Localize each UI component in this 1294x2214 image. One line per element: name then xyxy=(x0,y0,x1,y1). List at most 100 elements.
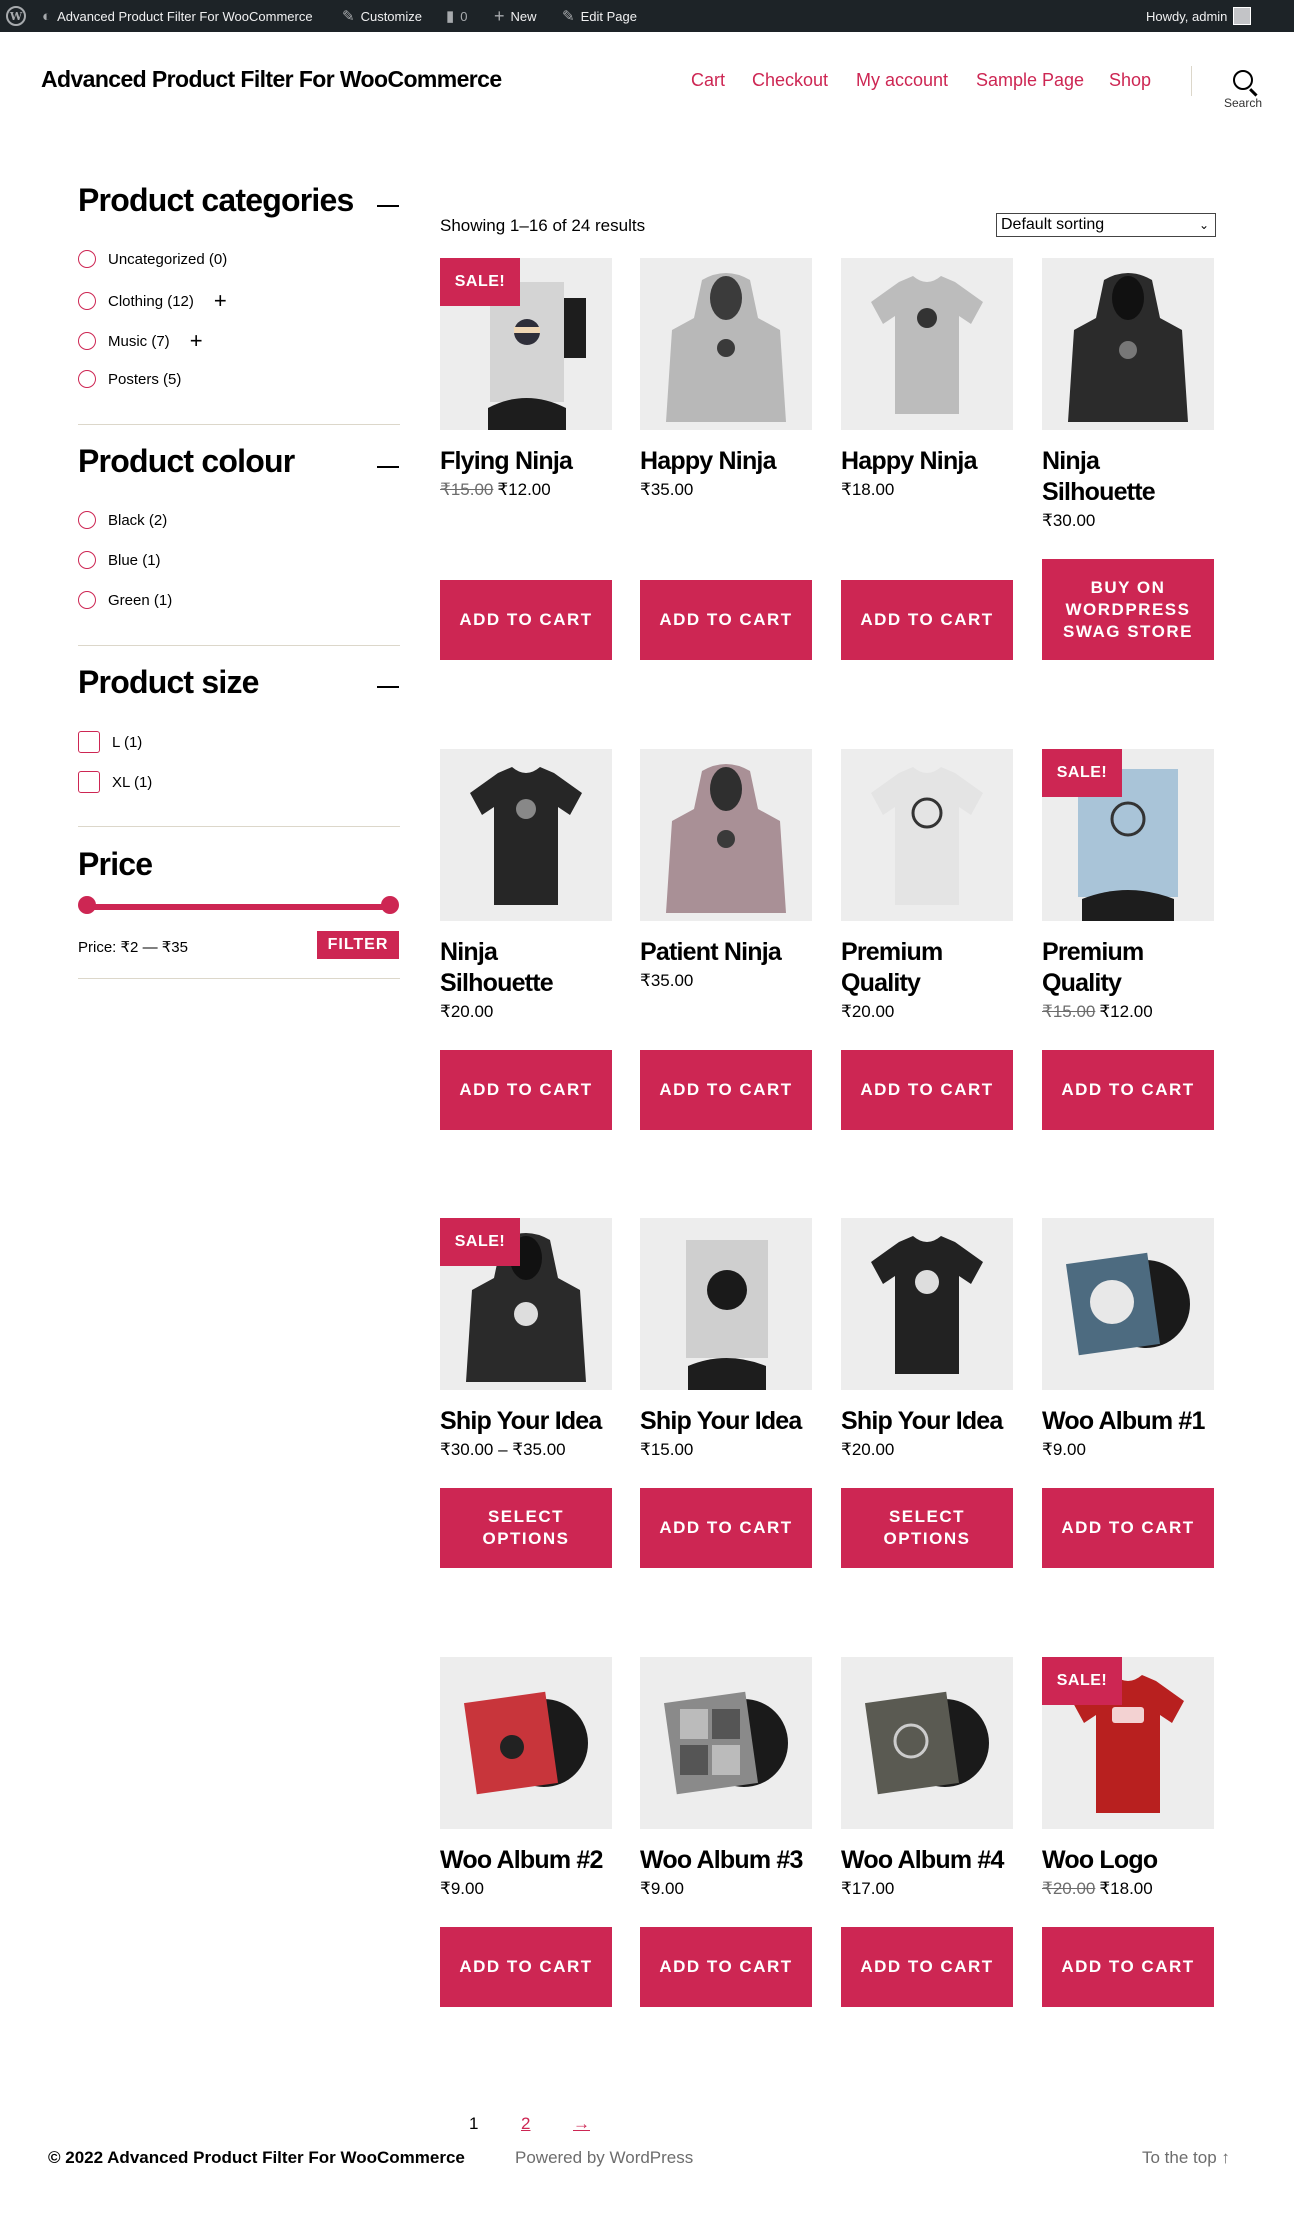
filter-button[interactable]: FILTER xyxy=(317,931,399,959)
add-to-cart-button[interactable]: ADD TO CART xyxy=(440,580,612,660)
product-image[interactable] xyxy=(1042,1218,1214,1390)
product-card: Patient Ninja ₹35.00 ADD TO CART xyxy=(640,749,812,1130)
price-slider-track[interactable] xyxy=(86,904,390,910)
category-posters[interactable]: Posters (5) xyxy=(78,370,181,388)
add-to-cart-button[interactable]: ADD TO CART xyxy=(640,1050,812,1130)
product-image[interactable]: SALE! xyxy=(1042,749,1214,921)
product-title[interactable]: Woo Album #1 xyxy=(1042,1406,1214,1437)
category-clothing[interactable]: Clothing (12) + xyxy=(78,290,227,312)
collapse-size-icon[interactable] xyxy=(377,686,399,688)
nav-cart[interactable]: Cart xyxy=(691,70,725,91)
radio-icon[interactable] xyxy=(78,591,96,609)
price-slider-min-handle[interactable] xyxy=(78,896,96,914)
radio-icon[interactable] xyxy=(78,250,96,268)
product-price: ₹15.00 ₹12.00 xyxy=(1042,1002,1153,1021)
colour-blue[interactable]: Blue (1) xyxy=(78,551,161,569)
comments-count: 0 xyxy=(460,8,468,24)
admin-bar-site-link[interactable]: ◐ Advanced Product Filter For WooCommerc… xyxy=(42,0,313,32)
add-to-cart-button[interactable]: ADD TO CART xyxy=(1042,1050,1214,1130)
size-l[interactable]: L (1) xyxy=(78,731,142,753)
product-title[interactable]: Woo Album #2 xyxy=(440,1845,612,1876)
product-image[interactable] xyxy=(440,1657,612,1829)
site-title[interactable]: Advanced Product Filter For WooCommerce xyxy=(41,66,502,93)
radio-icon[interactable] xyxy=(78,332,96,350)
product-image[interactable] xyxy=(640,1657,812,1829)
colour-black[interactable]: Black (2) xyxy=(78,511,167,529)
admin-bar-account[interactable]: Howdy, admin xyxy=(1146,0,1252,32)
add-to-cart-button[interactable]: ADD TO CART xyxy=(841,1050,1013,1130)
product-image[interactable]: SALE! xyxy=(1042,1657,1214,1829)
pagination-page-2[interactable]: 2 xyxy=(521,2114,530,2134)
colour-green[interactable]: Green (1) xyxy=(78,591,172,609)
radio-icon[interactable] xyxy=(78,511,96,529)
product-card: Ninja Silhouette ₹30.00 BUY ON WORDPRESS… xyxy=(1042,258,1214,660)
product-title[interactable]: Ship Your Idea xyxy=(440,1406,612,1437)
add-to-cart-button[interactable]: ADD TO CART xyxy=(1042,1927,1214,2007)
product-title[interactable]: Flying Ninja xyxy=(440,446,612,477)
product-title[interactable]: Patient Ninja xyxy=(640,937,812,968)
admin-bar-new[interactable]: + New xyxy=(494,0,537,32)
footer-powered-by[interactable]: Powered by WordPress xyxy=(515,2148,693,2168)
collapse-categories-icon[interactable] xyxy=(377,205,399,207)
product-title[interactable]: Woo Album #4 xyxy=(841,1845,1013,1876)
radio-icon[interactable] xyxy=(78,370,96,388)
product-title[interactable]: Happy Ninja xyxy=(640,446,812,477)
checkbox-icon[interactable] xyxy=(78,731,100,753)
expand-plus-icon[interactable]: + xyxy=(214,290,227,312)
product-image[interactable] xyxy=(841,1218,1013,1390)
wordpress-logo-icon[interactable]: W xyxy=(6,0,26,32)
collapse-colour-icon[interactable] xyxy=(377,466,399,468)
radio-icon[interactable] xyxy=(78,551,96,569)
product-image[interactable] xyxy=(640,1218,812,1390)
product-image[interactable]: SALE! xyxy=(440,258,612,430)
product-card: Woo Album #2 ₹9.00 ADD TO CART xyxy=(440,1657,612,2007)
add-to-cart-button[interactable]: ADD TO CART xyxy=(640,1488,812,1568)
category-music[interactable]: Music (7) + xyxy=(78,330,203,352)
product-title[interactable]: Premium Quality xyxy=(841,937,1013,999)
checkbox-icon[interactable] xyxy=(78,771,100,793)
product-title[interactable]: Happy Ninja xyxy=(841,446,1013,477)
product-image[interactable] xyxy=(841,749,1013,921)
price-slider-max-handle[interactable] xyxy=(381,896,399,914)
product-title[interactable]: Ship Your Idea xyxy=(841,1406,1013,1437)
footer-copyright[interactable]: © 2022 Advanced Product Filter For WooCo… xyxy=(48,2148,465,2168)
add-to-cart-button[interactable]: ADD TO CART xyxy=(640,580,812,660)
admin-bar-comments[interactable]: ▮ 0 xyxy=(446,0,468,32)
radio-icon[interactable] xyxy=(78,292,96,310)
product-title[interactable]: Ship Your Idea xyxy=(640,1406,812,1437)
product-image[interactable]: SALE! xyxy=(440,1218,612,1390)
product-title[interactable]: Woo Album #3 xyxy=(640,1845,812,1876)
size-xl[interactable]: XL (1) xyxy=(78,771,152,793)
add-to-cart-button[interactable]: ADD TO CART xyxy=(440,1927,612,2007)
nav-my-account[interactable]: My account xyxy=(856,70,948,91)
expand-plus-icon[interactable]: + xyxy=(190,330,203,352)
product-image[interactable] xyxy=(640,258,812,430)
product-image[interactable] xyxy=(640,749,812,921)
product-image[interactable] xyxy=(440,749,612,921)
add-to-cart-button[interactable]: ADD TO CART xyxy=(440,1050,612,1130)
select-options-button[interactable]: SELECT OPTIONS xyxy=(841,1488,1013,1568)
admin-bar-edit-page[interactable]: ✎ Edit Page xyxy=(562,0,637,32)
select-options-button[interactable]: SELECT OPTIONS xyxy=(440,1488,612,1568)
product-title[interactable]: Ninja Silhouette xyxy=(1042,446,1214,508)
product-image[interactable] xyxy=(1042,258,1214,430)
product-title[interactable]: Woo Logo xyxy=(1042,1845,1214,1876)
search-toggle[interactable]: Search xyxy=(1207,60,1279,110)
add-to-cart-button[interactable]: ADD TO CART xyxy=(1042,1488,1214,1568)
buy-on-swag-store-button[interactable]: BUY ON WORDPRESS SWAG STORE xyxy=(1042,559,1214,660)
sort-select[interactable]: Default sorting ⌄ xyxy=(996,213,1216,237)
add-to-cart-button[interactable]: ADD TO CART xyxy=(640,1927,812,2007)
pagination-next-arrow[interactable]: → xyxy=(573,2114,590,2134)
nav-checkout[interactable]: Checkout xyxy=(752,70,828,91)
add-to-cart-button[interactable]: ADD TO CART xyxy=(841,580,1013,660)
to-the-top-link[interactable]: To the top ↑ xyxy=(1142,2148,1230,2168)
product-title[interactable]: Ninja Silhouette xyxy=(440,937,612,999)
nav-shop[interactable]: Shop xyxy=(1109,70,1151,91)
product-image[interactable] xyxy=(841,258,1013,430)
add-to-cart-button[interactable]: ADD TO CART xyxy=(841,1927,1013,2007)
product-image[interactable] xyxy=(841,1657,1013,1829)
category-uncategorized[interactable]: Uncategorized (0) xyxy=(78,250,227,268)
nav-sample-page[interactable]: Sample Page xyxy=(976,70,1084,91)
admin-bar-customize[interactable]: ✎ Customize xyxy=(342,0,422,32)
product-title[interactable]: Premium Quality xyxy=(1042,937,1214,999)
